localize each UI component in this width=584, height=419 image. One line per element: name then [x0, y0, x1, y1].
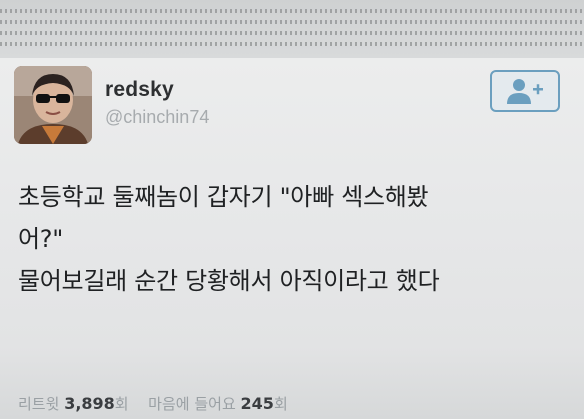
follow-button[interactable] [490, 70, 560, 112]
tweet-line: 어?" [18, 225, 63, 253]
decorative-dots [0, 31, 584, 35]
user-handle[interactable]: @chinchin74 [105, 107, 209, 128]
top-strip [0, 0, 584, 59]
likes-label: 마음에 들어요 [148, 395, 236, 413]
retweets-unit: 회 [114, 395, 129, 413]
tweet-stats: 리트윗 3,898회 마음에 들어요 245회 [18, 393, 288, 414]
avatar[interactable] [14, 66, 92, 144]
decorative-dots [0, 9, 584, 13]
display-name[interactable]: redsky [105, 78, 174, 102]
retweets-label: 리트윗 [18, 395, 60, 413]
retweets-count[interactable]: 3,898 [64, 394, 115, 413]
decorative-dots [0, 42, 584, 46]
likes-count[interactable]: 245 [241, 394, 274, 413]
add-user-icon [507, 79, 543, 104]
likes-unit: 회 [273, 395, 288, 413]
avatar-image [14, 66, 92, 144]
tweet-line: 물어보길래 순간 당황해서 아직이라고 했다 [18, 267, 440, 295]
tweet-text: 초등학교 둘째놈이 갑자기 "아빠 섹스해봤 어?" 물어보길래 순간 당황해서… [18, 176, 578, 302]
decorative-dots [0, 20, 584, 24]
tweet-line: 초등학교 둘째놈이 갑자기 "아빠 섹스해봤 [18, 183, 429, 211]
